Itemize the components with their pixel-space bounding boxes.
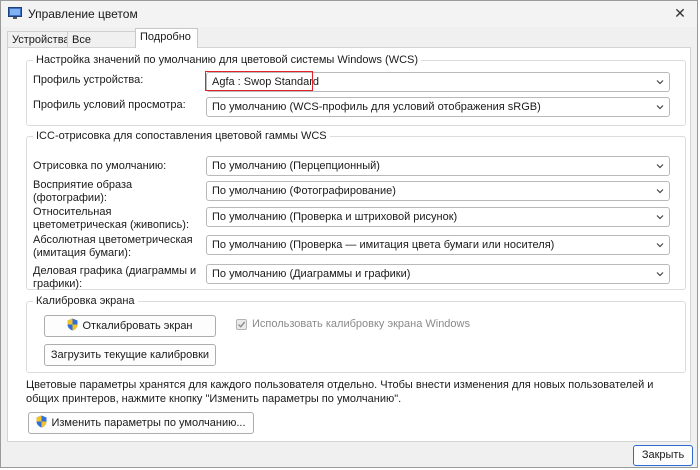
chevron-down-icon [656,80,664,85]
close-button[interactable]: Закрыть [633,445,693,466]
calibrate-display-label: Откалибровать экран [82,320,193,332]
viewing-conditions-profile-value: По умолчанию (WCS-профиль для условий от… [212,101,541,113]
business-graphics-value: По умолчанию (Диаграммы и графики) [212,268,411,280]
chevron-down-icon [656,164,664,169]
icc-group-legend: ICC-отрисовка для сопоставления цветовой… [36,130,327,142]
tab-all-profiles[interactable]: Все профили [67,31,136,63]
default-rendering-label: Отрисовка по умолчанию: [33,160,167,172]
reload-current-calibrations-button[interactable]: Загрузить текущие калибровки [44,344,216,366]
uac-shield-icon [67,318,78,331]
tab-devices[interactable]: Устройства [7,31,70,48]
calibration-group-legend: Калибровка экрана [36,295,135,307]
calibrate-display-button[interactable]: Откалибровать экран [44,315,216,337]
tab-advanced[interactable]: Подробно [135,28,198,48]
device-profile-label: Профиль устройства: [33,74,144,86]
checkmark-icon [238,321,246,328]
business-graphics-select[interactable]: По умолчанию (Диаграммы и графики) [206,264,670,284]
chevron-down-icon [656,105,664,110]
uac-shield-icon [36,415,47,428]
use-windows-calibration-checkbox[interactable] [236,319,247,330]
use-windows-calibration-label: Использовать калибровку экрана Windows [252,318,470,330]
chevron-down-icon [656,189,664,194]
advanced-panel: Настройка значений по умолчанию для цвет… [7,47,691,442]
close-icon[interactable]: ✕ [669,3,691,23]
chevron-down-icon [656,272,664,277]
viewing-conditions-profile-select[interactable]: По умолчанию (WCS-профиль для условий от… [206,97,670,117]
default-rendering-select[interactable]: По умолчанию (Перцепционный) [206,156,670,176]
business-graphics-label: Деловая графика (диаграммы и графики): [33,265,197,290]
relative-colorimetric-select[interactable]: По умолчанию (Проверка и штриховой рисун… [206,207,670,227]
color-management-window: Управление цветом ✕ Устройства Все профи… [0,0,698,468]
perceptual-images-select[interactable]: По умолчанию (Фотографирование) [206,181,670,201]
color-management-app-icon [8,7,22,19]
chevron-down-icon [656,243,664,248]
wcs-group-legend: Настройка значений по умолчанию для цвет… [36,54,419,66]
relative-colorimetric-value: По умолчанию (Проверка и штриховой рисун… [212,211,458,223]
per-user-settings-info: Цветовые параметры хранятся для каждого … [26,379,654,405]
change-system-defaults-label: Изменить параметры по умолчанию... [51,417,246,429]
absolute-colorimetric-select[interactable]: По умолчанию (Проверка — имитация цвета … [206,235,670,255]
relative-colorimetric-label: Относительная цветометрическая (живопись… [33,206,190,231]
perceptual-images-label: Восприятие образа (фотографии): [33,179,133,204]
window-title: Управление цветом [28,7,138,21]
viewing-conditions-profile-label: Профиль условий просмотра: [33,99,186,111]
title-bar: Управление цветом ✕ [1,1,697,27]
chevron-down-icon [656,215,664,220]
default-rendering-value: По умолчанию (Перцепционный) [212,160,380,172]
absolute-colorimetric-label: Абсолютная цветометрическая (имитация бу… [33,234,193,259]
selection-highlight [205,71,313,91]
perceptual-images-value: По умолчанию (Фотографирование) [212,185,396,197]
change-system-defaults-button[interactable]: Изменить параметры по умолчанию... [28,412,254,434]
absolute-colorimetric-value: По умолчанию (Проверка — имитация цвета … [212,239,555,251]
